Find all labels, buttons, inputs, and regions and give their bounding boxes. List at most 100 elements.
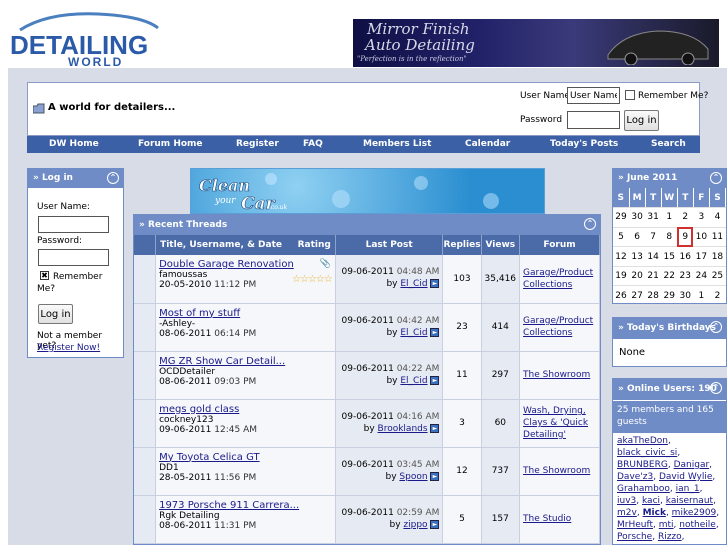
forum-link[interactable]: Garage/Product Collections xyxy=(523,316,593,338)
calendar-day[interactable]: 15 xyxy=(661,246,678,267)
calendar-day[interactable]: 26 xyxy=(613,285,630,307)
online-user-link[interactable]: akaTheDon xyxy=(617,436,668,446)
calendar-day[interactable]: 24 xyxy=(693,266,710,287)
calendar-day[interactable]: 21 xyxy=(645,266,662,287)
calendar-day[interactable]: 13 xyxy=(629,246,646,267)
go-to-post-icon[interactable]: ► xyxy=(430,327,440,337)
replies-cell[interactable]: 3 xyxy=(442,399,482,448)
go-to-post-icon[interactable]: ► xyxy=(430,375,440,385)
thread-title-link[interactable]: megs gold class xyxy=(159,404,332,415)
calendar-day[interactable]: 9 xyxy=(677,227,694,248)
header-login-button[interactable]: Log in xyxy=(624,110,659,131)
calendar-day[interactable]: 29 xyxy=(661,285,678,307)
calendar-day[interactable]: 18 xyxy=(709,246,726,267)
calendar-day[interactable]: 12 xyxy=(613,246,630,267)
collapse-icon[interactable]: ⌃ xyxy=(710,382,722,394)
calendar-day[interactable]: 7 xyxy=(645,227,662,248)
calendar-day[interactable]: 1 xyxy=(693,285,710,307)
col-replies[interactable]: Replies xyxy=(442,235,482,255)
replies-cell[interactable]: 23 xyxy=(442,303,482,352)
go-to-post-icon[interactable]: ► xyxy=(430,279,440,288)
clean-your-car-ad[interactable]: Clean your Car .co.uk xyxy=(190,168,545,214)
replies-cell[interactable]: 5 xyxy=(442,495,482,544)
online-user-link[interactable]: Grahamboo xyxy=(617,484,670,494)
online-user-link[interactable]: kaisernaut xyxy=(666,496,713,506)
calendar-day[interactable]: 4 xyxy=(709,207,726,228)
calendar-day[interactable]: 17 xyxy=(693,246,710,267)
calendar-day[interactable]: 14 xyxy=(645,246,662,267)
online-user-link[interactable]: David Wylie xyxy=(659,472,712,482)
online-user-link[interactable]: Dave'z3 xyxy=(617,472,653,482)
online-user-link[interactable]: black_civic_si xyxy=(617,448,677,458)
calendar-day[interactable]: 2 xyxy=(677,207,694,228)
nav-faq[interactable]: FAQ xyxy=(303,139,323,149)
calendar-day[interactable]: 5 xyxy=(613,227,630,248)
thread-title-link[interactable]: Double Garage Renovation xyxy=(159,259,332,270)
go-to-post-icon[interactable]: ► xyxy=(430,423,440,433)
calendar-day[interactable]: 8 xyxy=(661,227,678,248)
replies-cell[interactable]: 12 xyxy=(442,447,482,496)
thread-title-link[interactable]: 1973 Porsche 911 Carrera... xyxy=(159,500,332,511)
online-user-link[interactable]: mike2909 xyxy=(672,508,717,518)
calendar-day[interactable]: 11 xyxy=(709,227,726,248)
calendar-day[interactable]: 22 xyxy=(661,266,678,287)
online-user-link[interactable]: kaci xyxy=(642,496,660,506)
online-user-link[interactable]: Rizzo xyxy=(658,532,682,542)
online-user-link[interactable]: Porsche xyxy=(617,532,652,542)
login-username-input[interactable] xyxy=(38,216,109,233)
nav-todays-posts[interactable]: Today's Posts xyxy=(550,139,618,149)
go-to-post-icon[interactable]: ► xyxy=(430,471,440,481)
online-user-link[interactable]: iuv3 xyxy=(617,496,636,506)
online-user-link[interactable]: mti xyxy=(659,520,674,530)
calendar-day[interactable]: 10 xyxy=(693,227,710,248)
header-remember-checkbox[interactable] xyxy=(625,90,635,100)
col-views[interactable]: Views xyxy=(481,235,521,255)
col-title[interactable]: Title, Username, & Date Rating xyxy=(155,235,336,255)
header-password-input[interactable] xyxy=(567,111,620,129)
online-user-link[interactable]: m2v xyxy=(617,508,637,518)
forum-link[interactable]: The Showroom xyxy=(523,466,590,476)
last-poster-link[interactable]: Brooklands xyxy=(378,424,428,434)
replies-cell[interactable]: 11 xyxy=(442,351,482,400)
col-rating-label[interactable]: Rating xyxy=(298,240,331,250)
calendar-day[interactable]: 6 xyxy=(629,227,646,248)
col-forum[interactable]: Forum xyxy=(519,235,600,255)
nav-members-list[interactable]: Members List xyxy=(363,139,431,149)
calendar-day[interactable]: 30 xyxy=(629,207,646,228)
last-poster-link[interactable]: Spoon xyxy=(399,472,427,482)
thread-title-link[interactable]: My Toyota Celica GT xyxy=(159,452,332,463)
last-poster-link[interactable]: zippo xyxy=(403,520,427,530)
calendar-day[interactable]: 29 xyxy=(613,207,630,228)
collapse-icon[interactable]: ⌃ xyxy=(107,172,119,184)
nav-forum-home[interactable]: Forum Home xyxy=(138,139,203,149)
collapse-icon[interactable]: ⌃ xyxy=(710,172,722,184)
calendar-day[interactable]: 23 xyxy=(677,266,694,287)
last-poster-link[interactable]: El_Cid xyxy=(400,328,427,338)
calendar-day[interactable]: 16 xyxy=(677,246,694,267)
thread-title-link[interactable]: MG ZR Show Car Detail... xyxy=(159,356,332,367)
forum-link[interactable]: The Showroom xyxy=(523,370,590,380)
collapse-icon[interactable]: ⌃ xyxy=(584,218,596,230)
last-poster-link[interactable]: El_Cid xyxy=(400,376,427,386)
online-user-link[interactable]: Danigar xyxy=(674,460,710,470)
calendar-day[interactable]: 3 xyxy=(693,207,710,228)
calendar-day[interactable]: 28 xyxy=(645,285,662,307)
forum-link[interactable]: Garage/Product Collections xyxy=(523,268,593,290)
advert-banner[interactable]: Mirror Finish Auto Detailing "Perfection… xyxy=(353,19,719,67)
calendar-day[interactable]: 25 xyxy=(709,266,726,287)
nav-calendar[interactable]: Calendar xyxy=(465,139,510,149)
forum-link[interactable]: Wash, Drying, Clays & 'Quick Detailing' xyxy=(523,406,588,440)
online-user-link[interactable]: MrHeuft xyxy=(617,520,653,530)
calendar-day[interactable]: 30 xyxy=(677,285,694,307)
calendar-day[interactable]: 27 xyxy=(629,285,646,307)
header-username-input[interactable] xyxy=(567,87,620,104)
col-last-post[interactable]: Last Post xyxy=(335,235,444,255)
calendar-day[interactable]: 19 xyxy=(613,266,630,287)
online-user-link[interactable]: BRUNBERG xyxy=(617,460,668,470)
go-to-post-icon[interactable]: ► xyxy=(430,519,440,529)
online-user-link[interactable]: Mick xyxy=(643,508,666,518)
login-password-input[interactable] xyxy=(38,249,109,266)
thread-title-link[interactable]: Most of my stuff xyxy=(159,308,332,319)
calendar-title[interactable]: » June 2011 xyxy=(618,173,677,183)
forum-link[interactable]: The Studio xyxy=(523,514,571,524)
